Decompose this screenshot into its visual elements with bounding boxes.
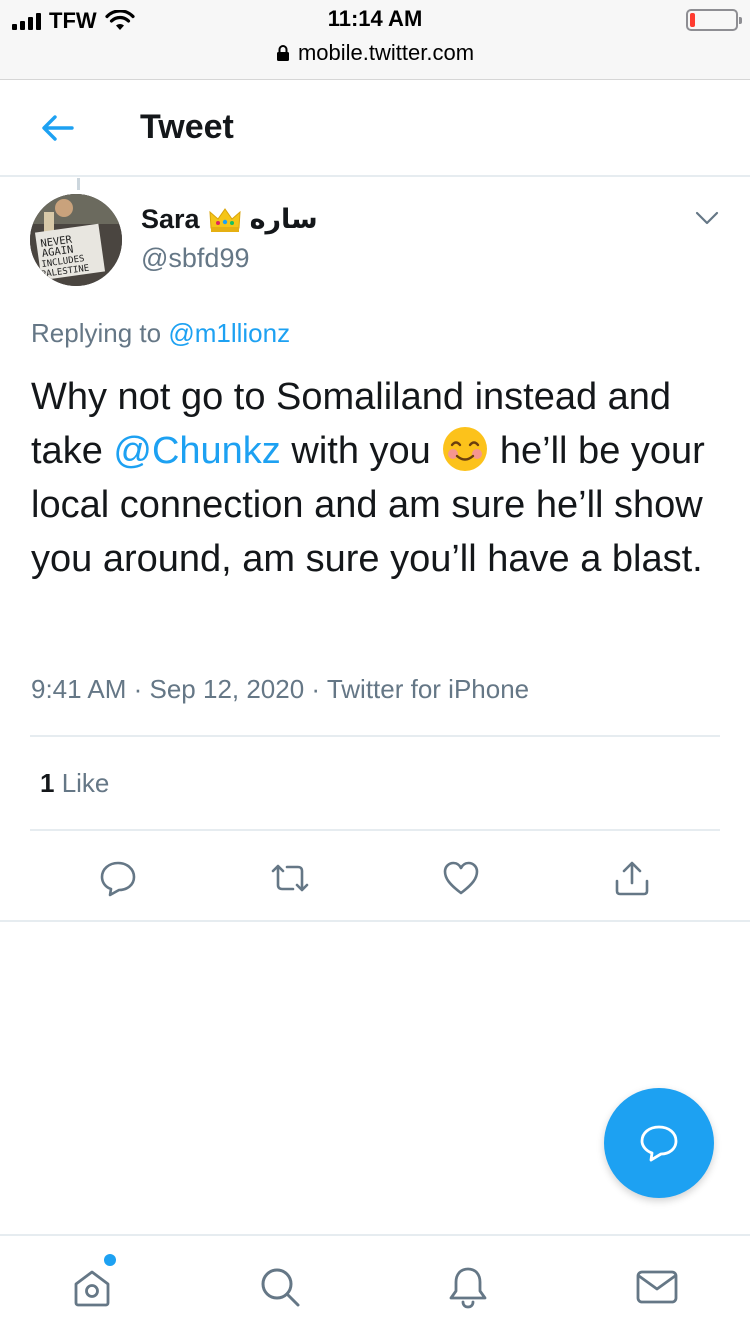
user-name-arabic: ساره	[249, 204, 318, 234]
tweet-timestamp: 9:41 AM · Sep 12, 2020 · Twitter for iPh…	[31, 674, 530, 704]
tweet-action-bar	[0, 850, 750, 906]
reply-button[interactable]	[96, 856, 140, 900]
like-count-number: 1	[40, 768, 55, 798]
replying-to-mention[interactable]: @m1llionz	[168, 318, 290, 348]
status-time: 11:14 AM	[327, 6, 423, 31]
divider	[0, 920, 750, 922]
search-icon	[261, 1268, 300, 1307]
user-display-name[interactable]: Sara ساره	[141, 204, 318, 235]
share-button[interactable]	[610, 856, 654, 900]
compose-reply-icon	[640, 1125, 678, 1162]
url-text: mobile.twitter.com	[297, 40, 475, 65]
like-button[interactable]	[439, 856, 483, 900]
page-title: Tweet	[140, 108, 234, 146]
arrow-left-icon	[42, 115, 74, 141]
status-bar: TFW 11:14 AM	[0, 0, 750, 40]
bell-icon	[449, 1267, 487, 1309]
battery-icon	[686, 9, 742, 31]
smiling-face-emoji-icon	[443, 427, 488, 471]
back-button[interactable]	[36, 108, 80, 148]
lock-icon	[276, 45, 289, 61]
nav-notifications[interactable]	[443, 1262, 493, 1312]
reply-icon	[100, 861, 136, 897]
browser-chrome: TFW 11:14 AM mobile.twitter.com	[0, 0, 750, 80]
replying-to: Replying to @m1llionz	[31, 318, 290, 349]
divider	[30, 829, 720, 831]
replying-prefix: Replying to	[31, 318, 162, 348]
tweet-text-part-2: with you	[280, 430, 442, 472]
avatar-image: NEVER AGAIN INCLUDES PALESTINE	[30, 194, 122, 286]
avatar[interactable]: NEVER AGAIN INCLUDES PALESTINE	[30, 194, 122, 286]
tweet-mention[interactable]: @Chunkz	[113, 430, 280, 472]
home-icon	[74, 1270, 110, 1307]
nav-messages[interactable]	[632, 1262, 682, 1312]
divider	[30, 735, 720, 737]
nav-home[interactable]	[67, 1262, 117, 1312]
thread-connector-line	[77, 178, 80, 190]
tweet-text: Why not go to Somaliland instead and tak…	[31, 370, 731, 586]
user-name-text: Sara	[141, 204, 200, 234]
user-handle[interactable]: @sbfd99	[141, 243, 249, 274]
tweet-options-button[interactable]	[692, 204, 722, 232]
bottom-nav	[0, 1234, 750, 1334]
share-icon	[615, 861, 649, 896]
retweet-button[interactable]	[268, 856, 312, 900]
like-count-label: Like	[54, 768, 110, 798]
url-bar[interactable]: mobile.twitter.com	[0, 40, 750, 66]
likes-count[interactable]: 1 Like	[40, 768, 109, 799]
compose-reply-button[interactable]	[604, 1088, 714, 1198]
crown-icon	[208, 207, 241, 232]
home-notification-dot	[104, 1254, 116, 1266]
nav-search[interactable]	[255, 1262, 305, 1312]
heart-icon	[443, 861, 479, 895]
chevron-down-icon	[695, 211, 719, 225]
app-header: Tweet	[0, 80, 750, 177]
mail-icon	[636, 1270, 678, 1304]
retweet-icon	[271, 864, 309, 892]
